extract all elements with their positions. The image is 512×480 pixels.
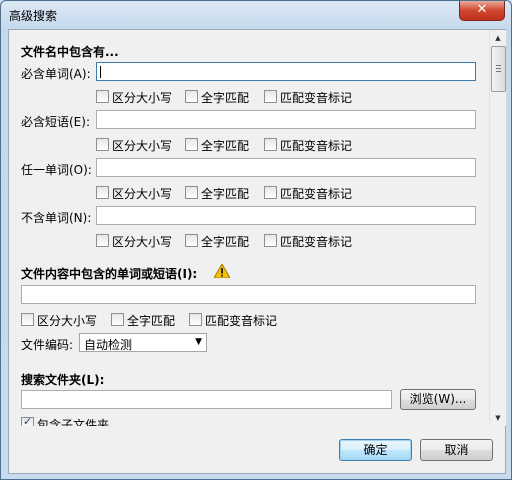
exclude-whole-label: 全字匹配 (201, 235, 250, 249)
chevron-down-icon: ▼ (195, 337, 202, 347)
content-case-checkbox[interactable] (21, 313, 34, 326)
advanced-search-dialog: 高级搜索 ✕ 文件名中包含有... 必含单词(A): 区分大小写 全字匹配 匹配… (0, 0, 512, 480)
encoding-label: 文件编码: (21, 338, 74, 352)
must-contain-phrase-label: 必含短语(E): (21, 115, 90, 129)
title-bar[interactable]: 高级搜索 ✕ (1, 1, 511, 29)
any-case-checkbox[interactable] (96, 186, 109, 199)
must-contain-phrase-input[interactable] (96, 110, 476, 129)
folder-section-heading: 搜索文件夹(L): (21, 373, 105, 387)
grip-line (496, 71, 501, 72)
ok-button[interactable]: 确定 (339, 439, 412, 461)
grip-line (496, 65, 501, 66)
any-word-label: 任一单词(O): (21, 163, 92, 177)
any-word-input[interactable] (96, 158, 476, 177)
folder-path-input[interactable] (21, 390, 392, 409)
any-diacritics-label: 匹配变音标记 (280, 187, 353, 201)
phrase-diacritics-label: 匹配变音标记 (280, 139, 353, 153)
content-whole-label: 全字匹配 (127, 314, 176, 328)
scroll-down-icon[interactable]: ▼ (490, 410, 506, 426)
exclude-case-checkbox[interactable] (96, 234, 109, 247)
cancel-button[interactable]: 取消 (420, 439, 493, 461)
exclude-diacritics-checkbox[interactable] (264, 234, 277, 247)
words-whole-label: 全字匹配 (201, 91, 250, 105)
exclude-case-label: 区分大小写 (112, 235, 173, 249)
window-title: 高级搜索 (9, 9, 58, 23)
options-scroll-area: 文件名中包含有... 必含单词(A): 区分大小写 全字匹配 匹配变音标记 必含… (9, 30, 489, 426)
phrase-whole-label: 全字匹配 (201, 139, 250, 153)
content-case-label: 区分大小写 (37, 314, 98, 328)
phrase-whole-checkbox[interactable] (185, 138, 198, 151)
text-caret (100, 66, 101, 78)
any-whole-checkbox[interactable] (185, 186, 198, 199)
include-subfolders-label: 包含子文件夹 (37, 418, 110, 426)
exclude-diacritics-label: 匹配变音标记 (280, 235, 353, 249)
content-whole-checkbox[interactable] (111, 313, 124, 326)
words-whole-checkbox[interactable] (185, 90, 198, 103)
exclude-words-label: 不含单词(N): (21, 211, 92, 225)
browse-button[interactable]: 浏览(W)... (400, 389, 476, 410)
dialog-content: 文件名中包含有... 必含单词(A): 区分大小写 全字匹配 匹配变音标记 必含… (8, 29, 506, 474)
words-case-checkbox[interactable] (96, 90, 109, 103)
content-diacritics-checkbox[interactable] (189, 313, 202, 326)
words-diacritics-checkbox[interactable] (264, 90, 277, 103)
any-diacritics-checkbox[interactable] (264, 186, 277, 199)
content-section-heading: 文件内容中包含的单词或短语(I): (21, 267, 198, 281)
close-button[interactable]: ✕ (459, 1, 505, 21)
words-diacritics-label: 匹配变音标记 (280, 91, 353, 105)
scrollbar-thumb[interactable] (491, 46, 506, 92)
exclude-whole-checkbox[interactable] (185, 234, 198, 247)
words-case-label: 区分大小写 (112, 91, 173, 105)
any-case-label: 区分大小写 (112, 187, 173, 201)
must-contain-words-label: 必含单词(A): (21, 67, 91, 81)
any-whole-label: 全字匹配 (201, 187, 250, 201)
encoding-select-value: 自动检测 (84, 338, 133, 352)
phrase-diacritics-checkbox[interactable] (264, 138, 277, 151)
phrase-case-checkbox[interactable] (96, 138, 109, 151)
filename-section-heading: 文件名中包含有... (21, 45, 119, 59)
vertical-scrollbar[interactable]: ▲ ▼ (489, 30, 506, 426)
scroll-up-icon[interactable]: ▲ (490, 30, 506, 46)
grip-line (496, 68, 501, 69)
encoding-select[interactable]: 自动检测 ▼ (79, 333, 207, 352)
content-words-input[interactable] (21, 285, 476, 304)
exclude-words-input[interactable] (96, 206, 476, 225)
content-diacritics-label: 匹配变音标记 (205, 314, 278, 328)
phrase-case-label: 区分大小写 (112, 139, 173, 153)
warning-icon (214, 264, 230, 278)
must-contain-words-input[interactable] (96, 62, 476, 81)
include-subfolders-checkbox[interactable] (21, 415, 34, 426)
